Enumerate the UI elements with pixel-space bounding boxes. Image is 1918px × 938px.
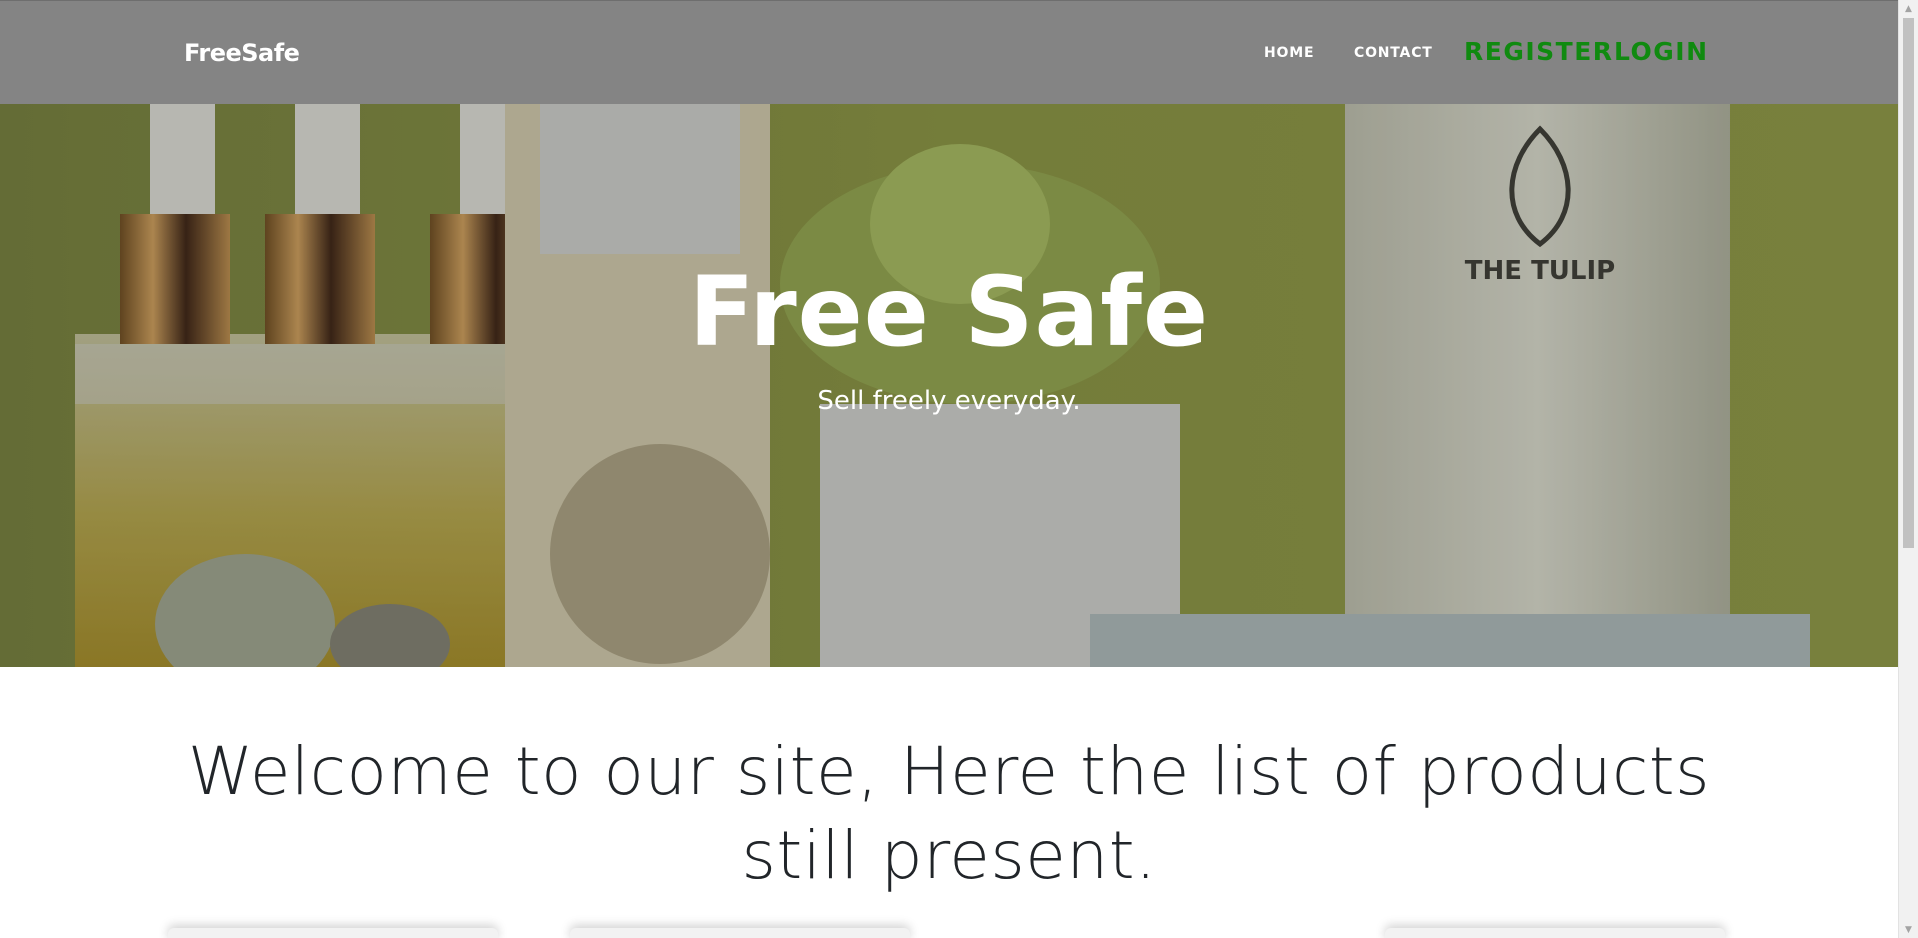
product-card[interactable]	[570, 928, 910, 938]
scrollbar-thumb[interactable]	[1903, 18, 1914, 548]
brand-logo-link[interactable]: FreeSafe	[184, 39, 300, 67]
nav-home-link[interactable]: HOME	[1264, 45, 1314, 61]
hero-banner: THE TULIP Free Safe Sell freely everyday…	[0, 104, 1898, 667]
login-link[interactable]: LOGIN	[1614, 37, 1709, 66]
vertical-scrollbar[interactable]: ▲ ▼	[1898, 0, 1918, 938]
hero-subtitle: Sell freely everyday.	[817, 386, 1081, 416]
product-card[interactable]	[1385, 928, 1725, 938]
scroll-up-arrow-icon[interactable]: ▲	[1899, 0, 1918, 17]
scroll-down-arrow-icon[interactable]: ▼	[1899, 921, 1918, 938]
navbar: FreeSafe HOME CONTACT REGISTER LOGIN	[0, 0, 1898, 104]
welcome-heading: Welcome to our site, Here the list of pr…	[187, 733, 1711, 894]
product-card[interactable]	[168, 928, 498, 938]
nav-contact-link[interactable]: CONTACT	[1354, 45, 1433, 61]
page: FreeSafe HOME CONTACT REGISTER LOGIN THE…	[0, 0, 1898, 938]
hero-title: Free Safe	[688, 256, 1210, 368]
register-link[interactable]: REGISTER	[1464, 37, 1614, 66]
